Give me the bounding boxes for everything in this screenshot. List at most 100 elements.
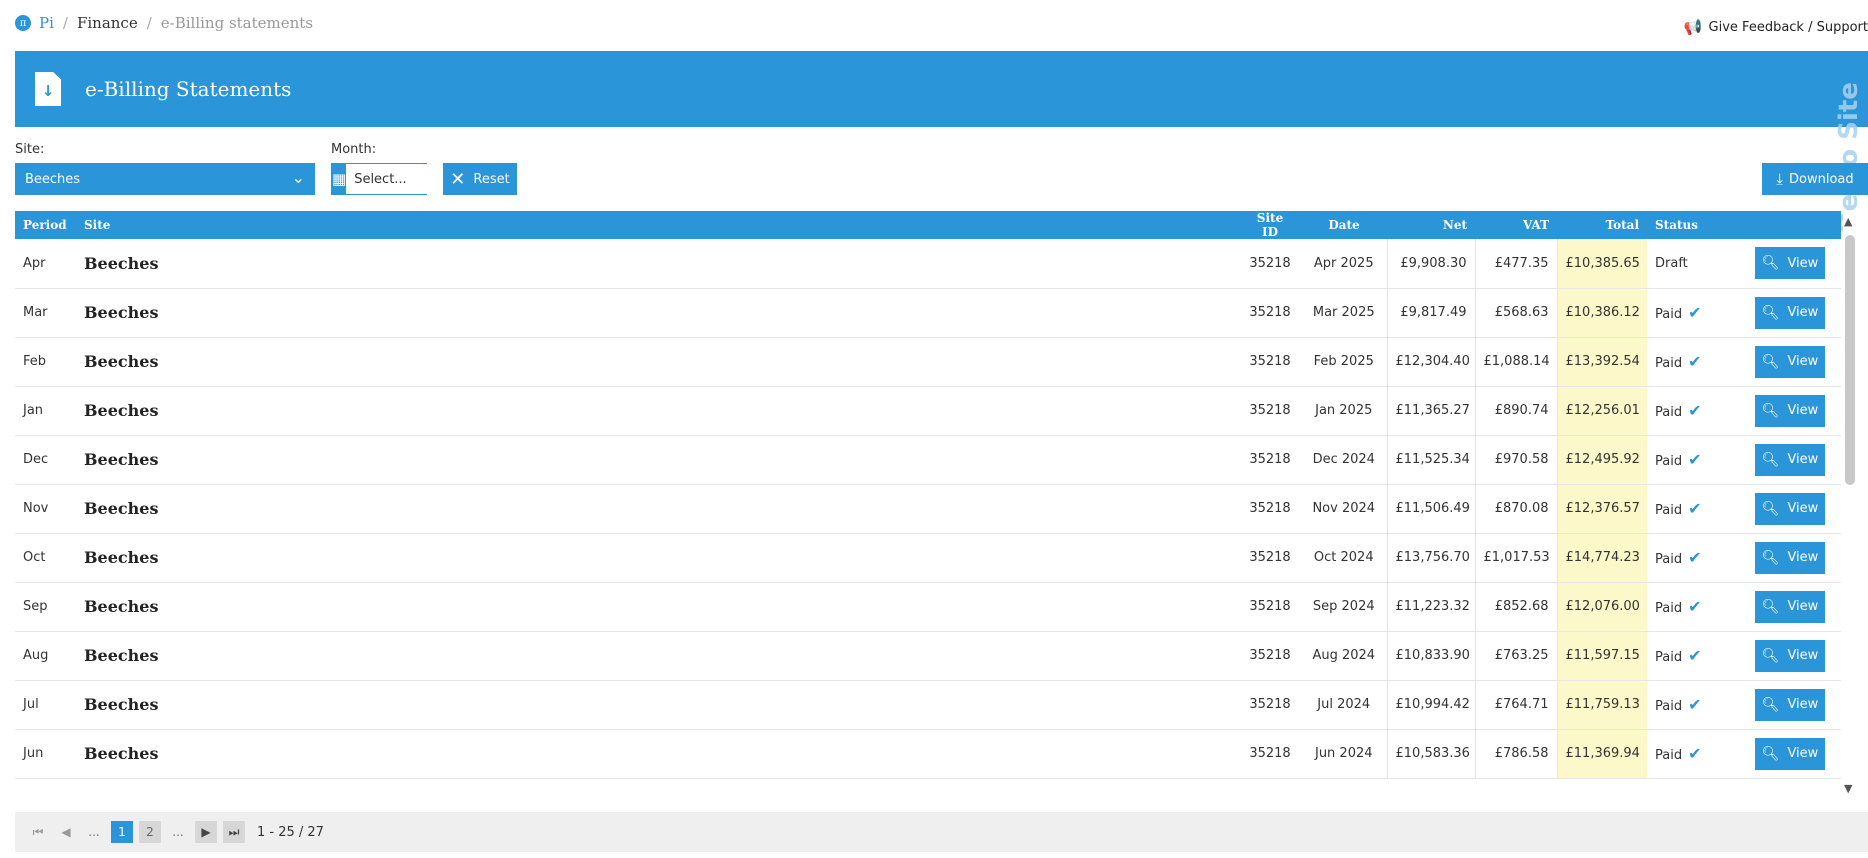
cell-total: £11,759.13 (1556, 680, 1647, 730)
cell-action: 🔍︎ View (1747, 337, 1841, 387)
cell-site-id: 35218 (1239, 337, 1301, 387)
cell-total: £10,385.65 (1556, 239, 1647, 289)
view-button[interactable]: 🔍︎ View (1755, 737, 1825, 770)
column-header-net[interactable]: Net (1387, 211, 1475, 239)
cell-total: £11,369.94 (1556, 729, 1647, 779)
view-button[interactable]: 🔍︎ View (1755, 541, 1825, 574)
site-select-value: Beeches (25, 171, 81, 187)
cell-vat: £1,017.53 (1474, 533, 1557, 583)
statements-table: Period Site Site ID Date Net VAT Total S… (15, 211, 1841, 779)
cell-vat: £870.08 (1474, 484, 1557, 534)
page-2-button[interactable]: 2 (139, 821, 161, 843)
site-select[interactable]: Beeches ⌄ (15, 163, 315, 195)
view-button[interactable]: 🔍︎ View (1755, 345, 1825, 378)
table-scrollbar[interactable]: ▲ ▼ (1843, 211, 1857, 795)
breadcrumb-item-pi[interactable]: Pi (39, 14, 54, 32)
column-header-total[interactable]: Total (1557, 211, 1647, 239)
column-header-date[interactable]: Date (1301, 211, 1387, 239)
pi-logo-icon[interactable]: π (15, 15, 31, 31)
cell-site: Beeches (76, 386, 1239, 436)
reset-label: Reset (473, 171, 510, 187)
reset-button[interactable]: ✕ Reset (443, 163, 517, 195)
breadcrumb-item-current: e-Billing statements (160, 14, 314, 32)
view-label: View (1787, 354, 1819, 369)
view-label: View (1787, 599, 1819, 614)
cell-site-id: 35218 (1239, 288, 1301, 338)
cell-site-id: 35218 (1239, 631, 1301, 681)
view-button[interactable]: 🔍︎ View (1755, 492, 1825, 525)
cell-total: £10,386.12 (1556, 288, 1647, 338)
feedback-link[interactable]: 📢 Give Feedback / Support (1684, 18, 1868, 36)
checkmark-icon: ✔ (1688, 450, 1702, 469)
view-button[interactable]: 🔍︎ View (1755, 639, 1825, 672)
cell-vat: £970.58 (1474, 435, 1557, 485)
cell-status: Paid ✔ (1647, 680, 1747, 730)
column-header-site-id[interactable]: Site ID (1239, 211, 1301, 239)
view-button[interactable]: 🔍︎ View (1755, 394, 1825, 427)
view-button[interactable]: 🔍︎ View (1755, 688, 1825, 721)
status-text: Paid (1655, 650, 1683, 665)
first-page-icon[interactable]: ⏮ (27, 821, 49, 843)
scroll-up-icon[interactable]: ▲ (1844, 215, 1852, 228)
view-button[interactable]: 🔍︎ View (1755, 247, 1825, 280)
page-1-button[interactable]: 1 (111, 821, 133, 843)
scrollbar-thumb[interactable] (1845, 235, 1855, 485)
month-picker: ▦ (331, 163, 525, 195)
table-row: Oct Beeches 35218 Oct 2024 £13,756.70 £1,017.… (15, 533, 1841, 583)
scroll-down-icon[interactable]: ▼ (1844, 782, 1852, 795)
last-page-icon[interactable]: ⏭ (223, 821, 245, 843)
search-icon: 🔍︎ (1761, 451, 1780, 468)
cell-period: Mar (15, 288, 76, 338)
cell-total: £14,774.23 (1556, 533, 1647, 583)
search-icon: 🔍︎ (1761, 549, 1780, 566)
cell-vat: £763.25 (1474, 631, 1557, 681)
cell-action: 🔍︎ View (1747, 239, 1841, 289)
view-button[interactable]: 🔍︎ View (1755, 296, 1825, 329)
page-title: e-Billing Statements (85, 77, 292, 101)
next-page-icon[interactable]: ▶ (195, 821, 217, 843)
column-header-site[interactable]: Site (76, 211, 1239, 239)
cell-vat: £786.58 (1474, 729, 1557, 779)
cell-date: Aug 2024 (1301, 631, 1387, 681)
pager-ellipsis[interactable]: ... (83, 821, 105, 843)
table-row: Mar Beeches 35218 Mar 2025 £9,817.49 £568.63 £… (15, 288, 1841, 338)
cell-site: Beeches (76, 533, 1239, 583)
table-row: Feb Beeches 35218 Feb 2025 £12,304.40 £1,088.… (15, 337, 1841, 387)
cell-period: Jan (15, 386, 76, 436)
search-icon: 🔍︎ (1761, 304, 1780, 321)
cell-date: Jun 2024 (1301, 729, 1387, 779)
cell-date: Sep 2024 (1301, 582, 1387, 632)
calendar-icon[interactable]: ▦ (332, 164, 347, 194)
previous-page-icon[interactable]: ◀ (55, 821, 77, 843)
cell-status: Paid ✔ (1647, 484, 1747, 534)
column-header-status[interactable]: Status (1647, 211, 1747, 239)
statements-table-container[interactable]: Period Site Site ID Date Net VAT Total S… (15, 211, 1841, 795)
cell-site: Beeches (76, 484, 1239, 534)
page-header: ↓ e-Billing Statements Demo Site (15, 51, 1868, 233)
search-icon: 🔍︎ (1761, 402, 1780, 419)
cell-action: 🔍︎ View (1747, 533, 1841, 583)
cell-site-id: 35218 (1239, 582, 1301, 632)
download-icon: ⤓ (1776, 170, 1783, 188)
feedback-label: Give Feedback / Support (1708, 19, 1868, 35)
cell-net: £11,506.49 (1386, 484, 1475, 534)
status-text: Paid (1655, 307, 1683, 322)
cell-action: 🔍︎ View (1747, 484, 1841, 534)
search-icon: 🔍︎ (1761, 745, 1780, 762)
view-button[interactable]: 🔍︎ View (1755, 443, 1825, 476)
breadcrumb-item-finance[interactable]: Finance (77, 14, 138, 32)
download-label: Download (1789, 171, 1854, 187)
download-button[interactable]: ⤓ Download (1762, 163, 1868, 195)
cell-status: Paid ✔ (1647, 288, 1747, 338)
column-header-vat[interactable]: VAT (1475, 211, 1557, 239)
cell-date: Apr 2025 (1301, 239, 1387, 289)
cell-net: £9,817.49 (1386, 288, 1475, 338)
search-icon: 🔍︎ (1761, 647, 1780, 664)
pager-ellipsis[interactable]: ... (167, 821, 189, 843)
cell-site-id: 35218 (1239, 680, 1301, 730)
view-button[interactable]: 🔍︎ View (1755, 590, 1825, 623)
cell-site-id: 35218 (1239, 435, 1301, 485)
breadcrumb: π Pi / Finance / e-Billing statements (15, 14, 1868, 32)
table-row: Jul Beeches 35218 Jul 2024 £10,994.42 £764.71… (15, 680, 1841, 730)
column-header-period[interactable]: Period (15, 211, 76, 239)
